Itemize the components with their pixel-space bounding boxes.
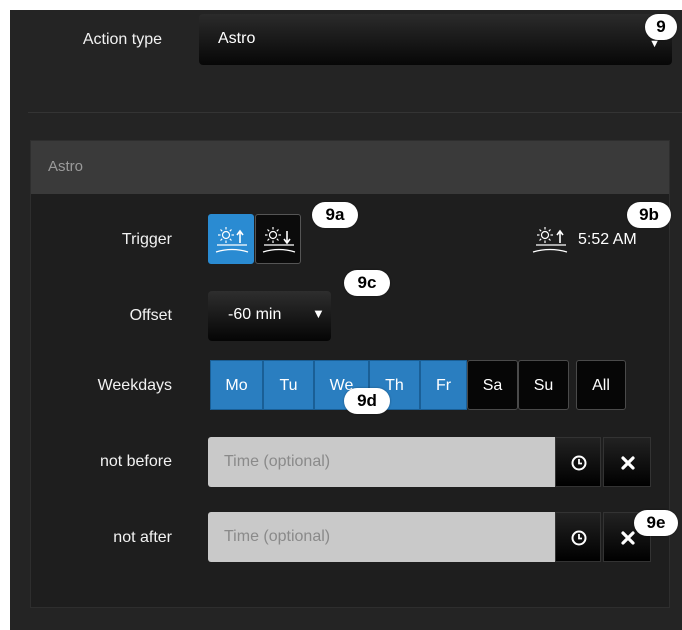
offset-select[interactable]: -60 min ▼: [208, 291, 331, 341]
weekday-mo[interactable]: Mo: [210, 360, 263, 410]
action-type-value: Astro: [218, 30, 256, 47]
not-before-label: not before: [99, 453, 172, 470]
callout-9e: 9e: [634, 510, 678, 536]
trigger-sunset-button[interactable]: [255, 214, 301, 264]
sunrise-icon: [215, 227, 249, 253]
not-after-input[interactable]: [208, 512, 555, 562]
weekdays-label: Weekdays: [97, 377, 172, 394]
sunrise-time: 5:52 AM: [578, 231, 637, 248]
not-after-label: not after: [113, 529, 172, 546]
not-before-input[interactable]: [208, 437, 555, 487]
callout-9c: 9c: [344, 270, 390, 296]
astro-section-header: Astro: [31, 141, 669, 194]
callout-9a: 9a: [312, 202, 358, 228]
action-type-label: Action type: [82, 31, 162, 48]
astro-section-title: Astro: [48, 158, 84, 175]
trigger-label: Trigger: [121, 231, 172, 248]
clock-icon: [571, 455, 587, 471]
chevron-down-icon: ▼: [312, 306, 325, 321]
divider: [28, 112, 682, 113]
callout-9d: 9d: [344, 388, 390, 414]
offset-value: -60 min: [228, 306, 282, 323]
clock-icon: [571, 530, 587, 546]
not-before-clear-button[interactable]: [603, 437, 651, 487]
weekday-fr[interactable]: Fr: [420, 360, 467, 410]
callout-9b: 9b: [627, 202, 671, 228]
not-before-clock-button[interactable]: [555, 437, 601, 487]
weekday-all-button[interactable]: All: [576, 360, 626, 410]
sunset-icon: [262, 227, 296, 253]
callout-9: 9: [645, 14, 677, 40]
offset-label: Offset: [129, 307, 172, 324]
action-type-select[interactable]: Astro ▼: [199, 14, 672, 65]
trigger-sunrise-button[interactable]: [208, 214, 254, 264]
sunrise-time-icon: [532, 227, 568, 253]
weekday-su[interactable]: Su: [518, 360, 569, 410]
weekday-sa[interactable]: Sa: [467, 360, 518, 410]
weekday-tu[interactable]: Tu: [263, 360, 314, 410]
not-after-clock-button[interactable]: [555, 512, 601, 562]
close-icon: [621, 456, 635, 470]
